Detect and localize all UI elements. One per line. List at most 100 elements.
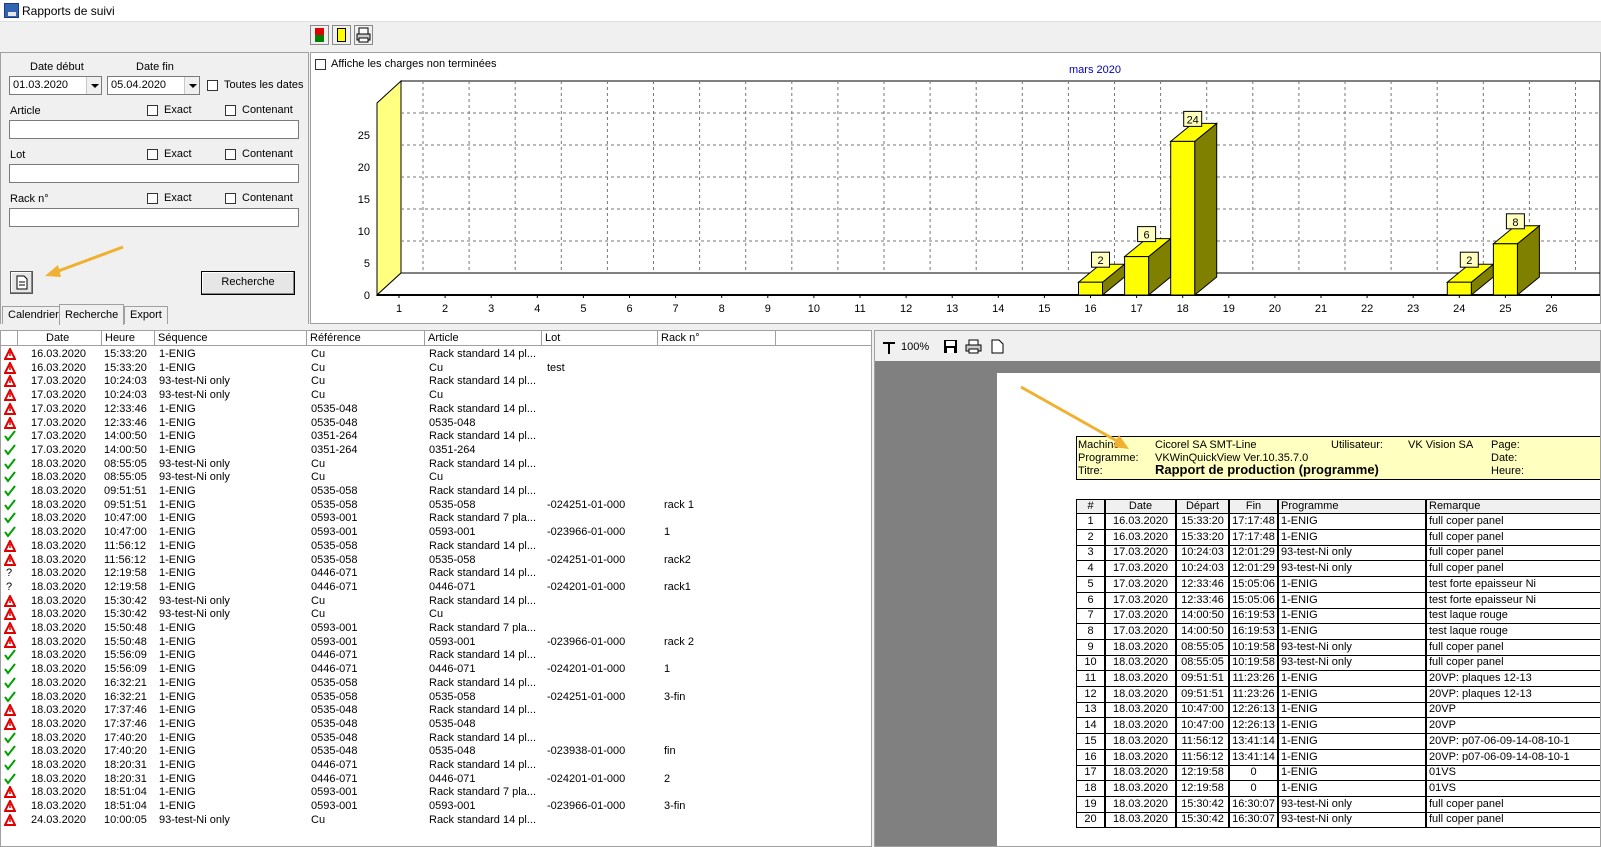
grid-header[interactable]: Article bbox=[425, 331, 542, 346]
report-cell: 09:51:51 bbox=[1176, 671, 1229, 687]
all-dates-checkbox[interactable] bbox=[207, 80, 218, 91]
chevron-down-icon[interactable] bbox=[86, 77, 101, 94]
printer-icon bbox=[356, 27, 371, 43]
date-end-combo[interactable]: 05.04.2020 bbox=[107, 76, 200, 95]
article-exact-label: Exact bbox=[164, 104, 192, 116]
report-cell: 17.03.2020 bbox=[1105, 592, 1176, 609]
grid-header[interactable]: Lot bbox=[542, 331, 658, 346]
rack-exact-checkbox[interactable] bbox=[147, 193, 158, 204]
grid-header[interactable]: Rack n° bbox=[658, 331, 776, 346]
date-start-combo[interactable]: 01.03.2020 bbox=[9, 76, 102, 95]
report-column-header: # bbox=[1076, 499, 1105, 514]
grid-cell: 18.03.2020 bbox=[31, 608, 87, 621]
grid-header[interactable]: Séquence bbox=[155, 331, 307, 346]
grid-cell: 18.03.2020 bbox=[31, 772, 87, 785]
report-cell: 17:17:48 bbox=[1229, 514, 1278, 530]
grid-cell: 1-ENIG bbox=[159, 649, 196, 662]
grid-cell: Cu bbox=[311, 471, 326, 484]
grid-header-status[interactable] bbox=[1, 331, 18, 346]
report-column-header: Programme bbox=[1278, 499, 1426, 514]
grid-cell: 1-ENIG bbox=[159, 402, 196, 415]
x-tick-label: 26 bbox=[1545, 303, 1557, 315]
report-header: Machine: Cicorel SA SMT-Line Utilisateur… bbox=[1076, 436, 1600, 480]
rack-input[interactable] bbox=[9, 208, 299, 227]
x-tick-label: 17 bbox=[1130, 303, 1142, 315]
rack-contains-checkbox[interactable] bbox=[225, 193, 236, 204]
grid-header[interactable]: Référence bbox=[307, 331, 425, 346]
grid-cell: 1-ENIG bbox=[159, 361, 196, 374]
report-cell: 3 bbox=[1076, 545, 1105, 562]
traffic-light-button[interactable] bbox=[310, 25, 329, 45]
search-button[interactable]: Recherche bbox=[201, 271, 295, 295]
save-button[interactable] bbox=[943, 339, 958, 357]
grid-cell: Cu bbox=[311, 594, 326, 607]
article-contains-checkbox[interactable] bbox=[225, 105, 236, 116]
grid-cell: Rack standard 7 pla... bbox=[429, 786, 537, 799]
report-cell: 17.03.2020 bbox=[1105, 576, 1176, 593]
grid-cell: 17.03.2020 bbox=[31, 389, 87, 402]
lot-input[interactable] bbox=[9, 164, 299, 183]
lot-exact-checkbox[interactable] bbox=[147, 149, 158, 160]
grid-cell: 0535-048 bbox=[311, 416, 358, 429]
grid-header-filler bbox=[776, 331, 871, 346]
grid-cell: 17:37:46 bbox=[104, 717, 147, 730]
x-tick-label: 24 bbox=[1453, 303, 1465, 315]
grid-cell: rack 2 bbox=[664, 635, 694, 648]
grid-cell: 18.03.2020 bbox=[31, 512, 87, 525]
grid-cell: 0351-264 bbox=[429, 443, 476, 456]
grid-cell: 15:30:42 bbox=[104, 594, 147, 607]
grid-cell: 1-ENIG bbox=[159, 430, 196, 443]
grid-header[interactable]: Heure bbox=[102, 331, 155, 346]
grid-cell: 18.03.2020 bbox=[31, 498, 87, 511]
grid-cell: Rack standard 14 pl... bbox=[429, 594, 537, 607]
report-page: Machine: Cicorel SA SMT-Line Utilisateur… bbox=[997, 373, 1600, 846]
article-input[interactable] bbox=[9, 120, 299, 139]
grid-cell: 16:32:21 bbox=[104, 690, 147, 703]
grid-cell: 0351-264 bbox=[311, 430, 358, 443]
grid-cell: -024251-01-000 bbox=[547, 553, 626, 566]
grid-cell: 0535-058 bbox=[311, 676, 358, 689]
grid-cell: 14:00:50 bbox=[104, 443, 147, 456]
tab-export[interactable]: Export bbox=[124, 306, 168, 324]
report-cell: 6 bbox=[1076, 592, 1105, 609]
grid-cell: 0535-048 bbox=[311, 704, 358, 717]
tab-calendrier[interactable]: Calendrier bbox=[2, 306, 65, 324]
report-cell: full coper panel bbox=[1426, 812, 1600, 829]
zoom-tool-button[interactable] bbox=[881, 339, 897, 358]
lot-contains-checkbox[interactable] bbox=[225, 149, 236, 160]
preview-print-button[interactable] bbox=[965, 339, 982, 357]
tab-recherche[interactable]: Recherche bbox=[59, 304, 125, 325]
report-cell: 2 bbox=[1076, 529, 1105, 546]
x-tick-label: 15 bbox=[1038, 303, 1050, 315]
grid-cell: -024251-01-000 bbox=[547, 690, 626, 703]
report-cell: 20VP: p07-06-09-14-08-10-1 bbox=[1426, 733, 1600, 750]
grid-cell: Cu bbox=[311, 813, 326, 826]
grid-cell: 0535-058 bbox=[311, 553, 358, 566]
report-button[interactable] bbox=[10, 271, 33, 294]
report-cell: 93-test-Ni only bbox=[1278, 796, 1426, 813]
new-page-button[interactable] bbox=[991, 339, 1004, 357]
grid-cell: 18:51:04 bbox=[104, 800, 147, 813]
grid-cell: 93-test-Ni only bbox=[159, 608, 230, 621]
print-button[interactable] bbox=[354, 25, 373, 45]
chevron-down-icon[interactable] bbox=[184, 77, 199, 94]
document-icon bbox=[16, 275, 28, 290]
yellow-button[interactable] bbox=[332, 25, 351, 45]
grid-cell: 18.03.2020 bbox=[31, 649, 87, 662]
report-cell: full coper panel bbox=[1426, 514, 1600, 530]
report-cell: 18.03.2020 bbox=[1105, 702, 1176, 719]
grid-cell: 18:20:31 bbox=[104, 759, 147, 771]
y-tick-label: 0 bbox=[364, 290, 370, 302]
preview-area: Machine: Cicorel SA SMT-Line Utilisateur… bbox=[875, 361, 1600, 846]
grid-cell: 0446-071 bbox=[311, 663, 358, 676]
zoom-level[interactable]: 100% bbox=[901, 341, 929, 353]
grid-cell: 18.03.2020 bbox=[31, 539, 87, 552]
article-exact-checkbox[interactable] bbox=[147, 105, 158, 116]
report-cell: 1-ENIG bbox=[1278, 702, 1426, 719]
title-label: Titre: bbox=[1078, 465, 1103, 477]
grid-cell: 18.03.2020 bbox=[31, 731, 87, 744]
article-contains-label: Contenant bbox=[242, 104, 293, 116]
grid-cell: 08:55:05 bbox=[104, 457, 147, 470]
grid-header[interactable]: Date bbox=[18, 331, 102, 346]
data-label: 2 bbox=[1466, 255, 1472, 267]
